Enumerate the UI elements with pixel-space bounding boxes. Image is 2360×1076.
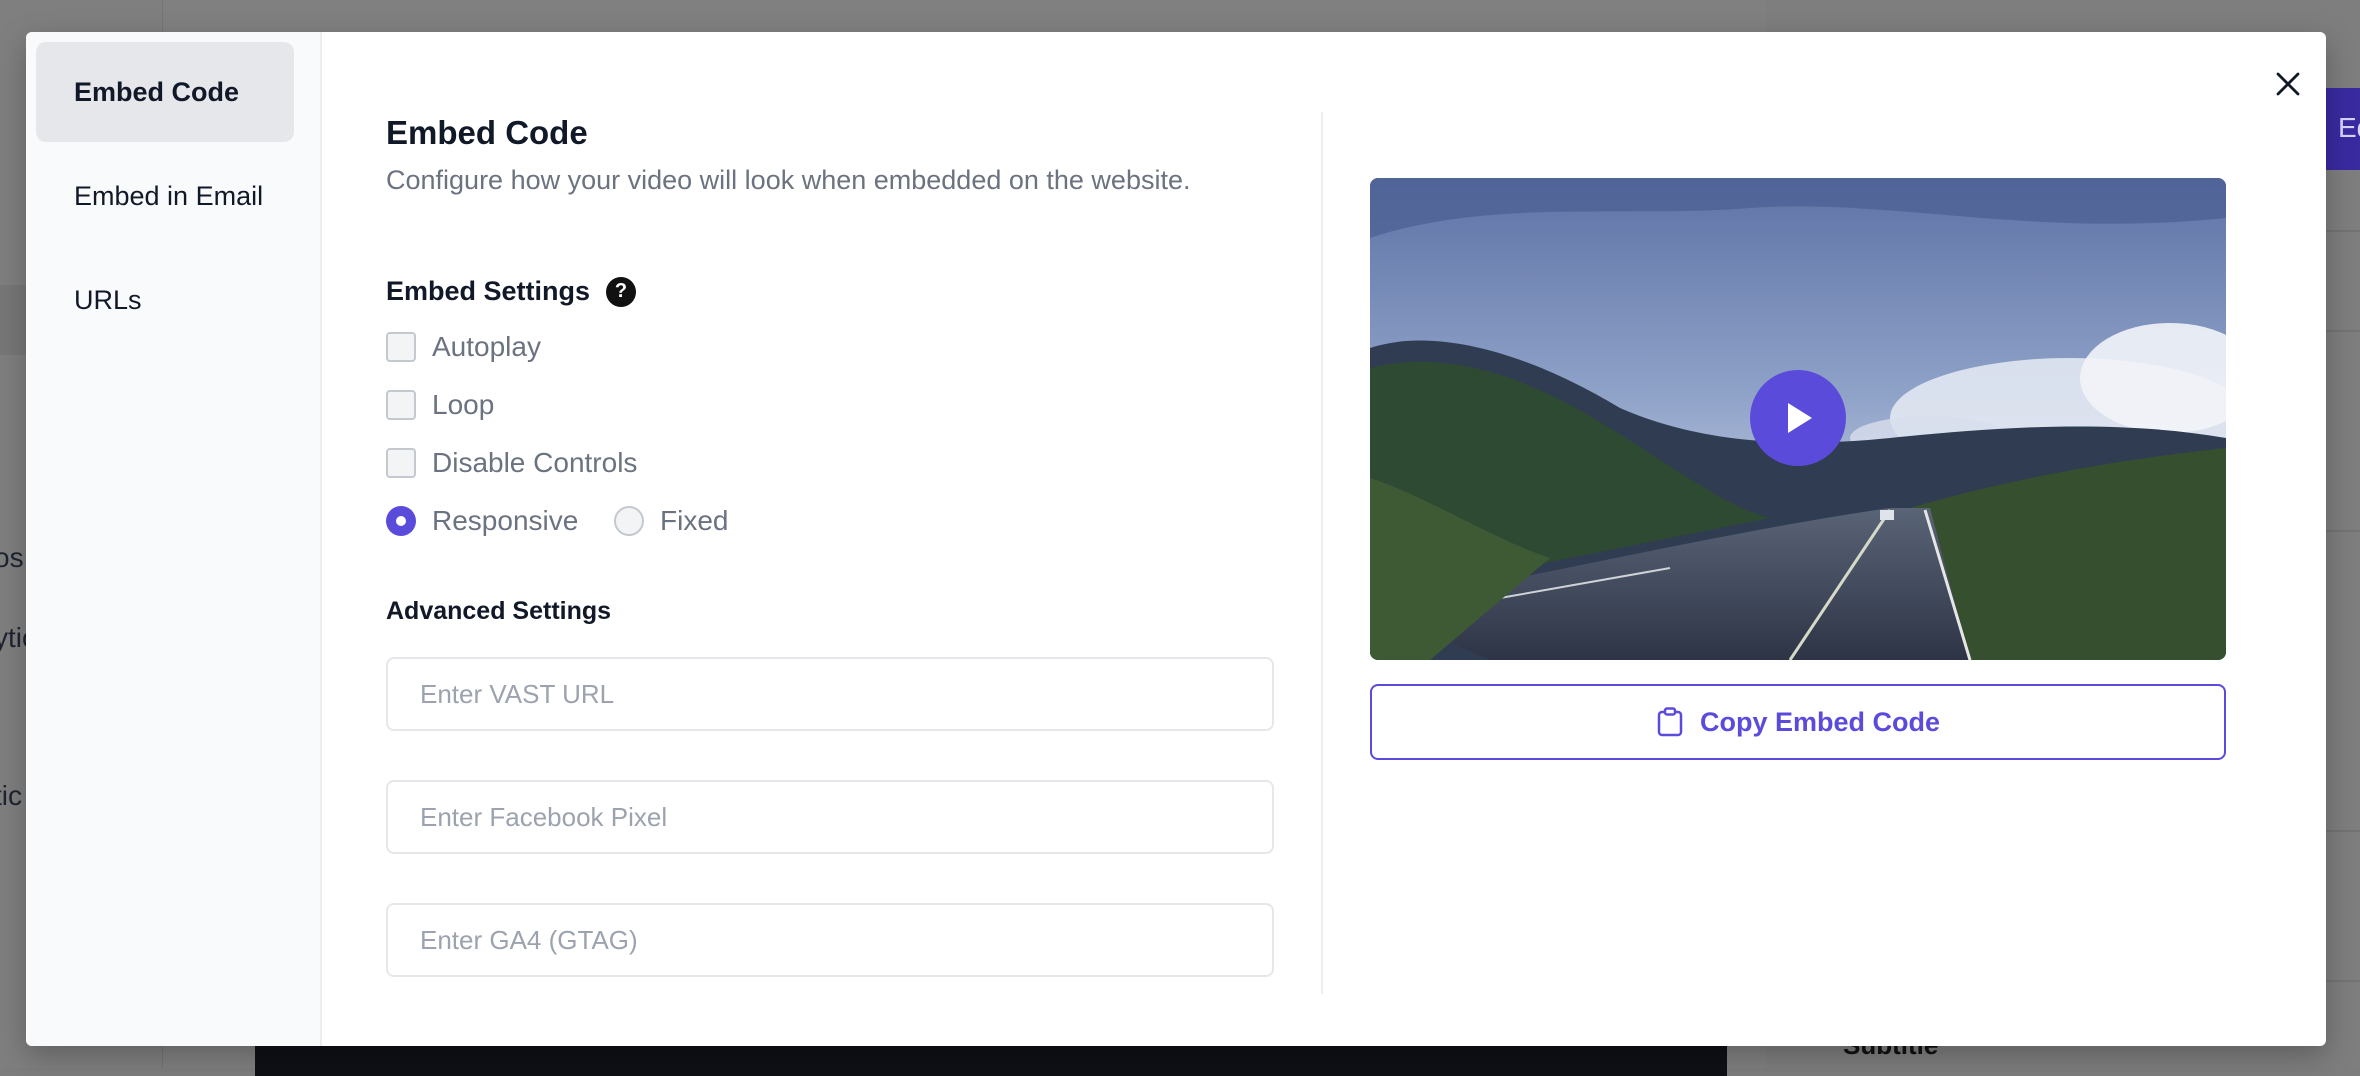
disable-controls-label: Disable Controls <box>432 447 638 478</box>
sidebar-item-label: Embed in Email <box>74 180 264 211</box>
responsive-label: Responsive <box>432 505 579 536</box>
embed-settings-title: Embed Settings <box>386 276 591 306</box>
embed-settings-heading: Embed Settings ? <box>386 276 637 307</box>
copy-embed-code-button[interactable]: Copy Embed Code <box>1370 684 2226 760</box>
embed-modal: Embed Code Embed in Email URLs Embed Cod… <box>26 32 2326 1046</box>
sidebar-item-label: URLs <box>74 284 142 315</box>
background-nav-item: tic <box>0 780 22 811</box>
loop-label: Loop <box>432 389 495 420</box>
video-preview[interactable] <box>1370 178 2226 660</box>
page-title: Embed Code <box>386 114 588 151</box>
close-icon <box>2276 72 2300 96</box>
fixed-radio[interactable] <box>614 506 644 536</box>
page-description: Configure how your video will look when … <box>386 164 1191 195</box>
copy-embed-code-label: Copy Embed Code <box>1699 706 1941 737</box>
ga4-gtag-input[interactable] <box>386 903 1274 977</box>
fixed-label: Fixed <box>660 505 729 536</box>
facebook-pixel-input[interactable] <box>386 780 1274 854</box>
loop-option[interactable]: Loop <box>386 389 494 421</box>
responsive-option[interactable]: Responsive <box>386 505 578 537</box>
disable-controls-option[interactable]: Disable Controls <box>386 447 637 479</box>
help-icon[interactable]: ? <box>606 276 637 307</box>
fixed-option[interactable]: Fixed <box>614 505 728 537</box>
advanced-settings-title: Advanced Settings <box>386 597 612 625</box>
play-button[interactable] <box>1750 370 1846 466</box>
background-video-player <box>255 1046 1727 1076</box>
disable-controls-checkbox[interactable] <box>386 448 416 478</box>
sidebar-item-embed-code[interactable]: Embed Code <box>36 42 294 142</box>
clipboard-icon <box>1657 707 1683 737</box>
loop-checkbox[interactable] <box>386 390 416 420</box>
modal-sidebar: Embed Code Embed in Email URLs <box>26 32 322 1046</box>
autoplay-option[interactable]: Autoplay <box>386 331 541 363</box>
responsive-radio[interactable] <box>386 506 416 536</box>
background-nav-item: os <box>0 542 24 573</box>
panel-divider <box>1321 112 1323 994</box>
sidebar-item-embed-in-email[interactable]: Embed in Email <box>36 146 294 246</box>
sidebar-item-label: Embed Code <box>74 76 240 107</box>
autoplay-label: Autoplay <box>432 331 541 362</box>
autoplay-checkbox[interactable] <box>386 332 416 362</box>
embed-settings-panel: Embed Code Configure how your video will… <box>386 112 1298 977</box>
play-icon <box>1788 403 1812 433</box>
vast-url-input[interactable] <box>386 657 1274 731</box>
close-button[interactable] <box>2266 62 2310 106</box>
sidebar-item-urls[interactable]: URLs <box>36 250 294 350</box>
